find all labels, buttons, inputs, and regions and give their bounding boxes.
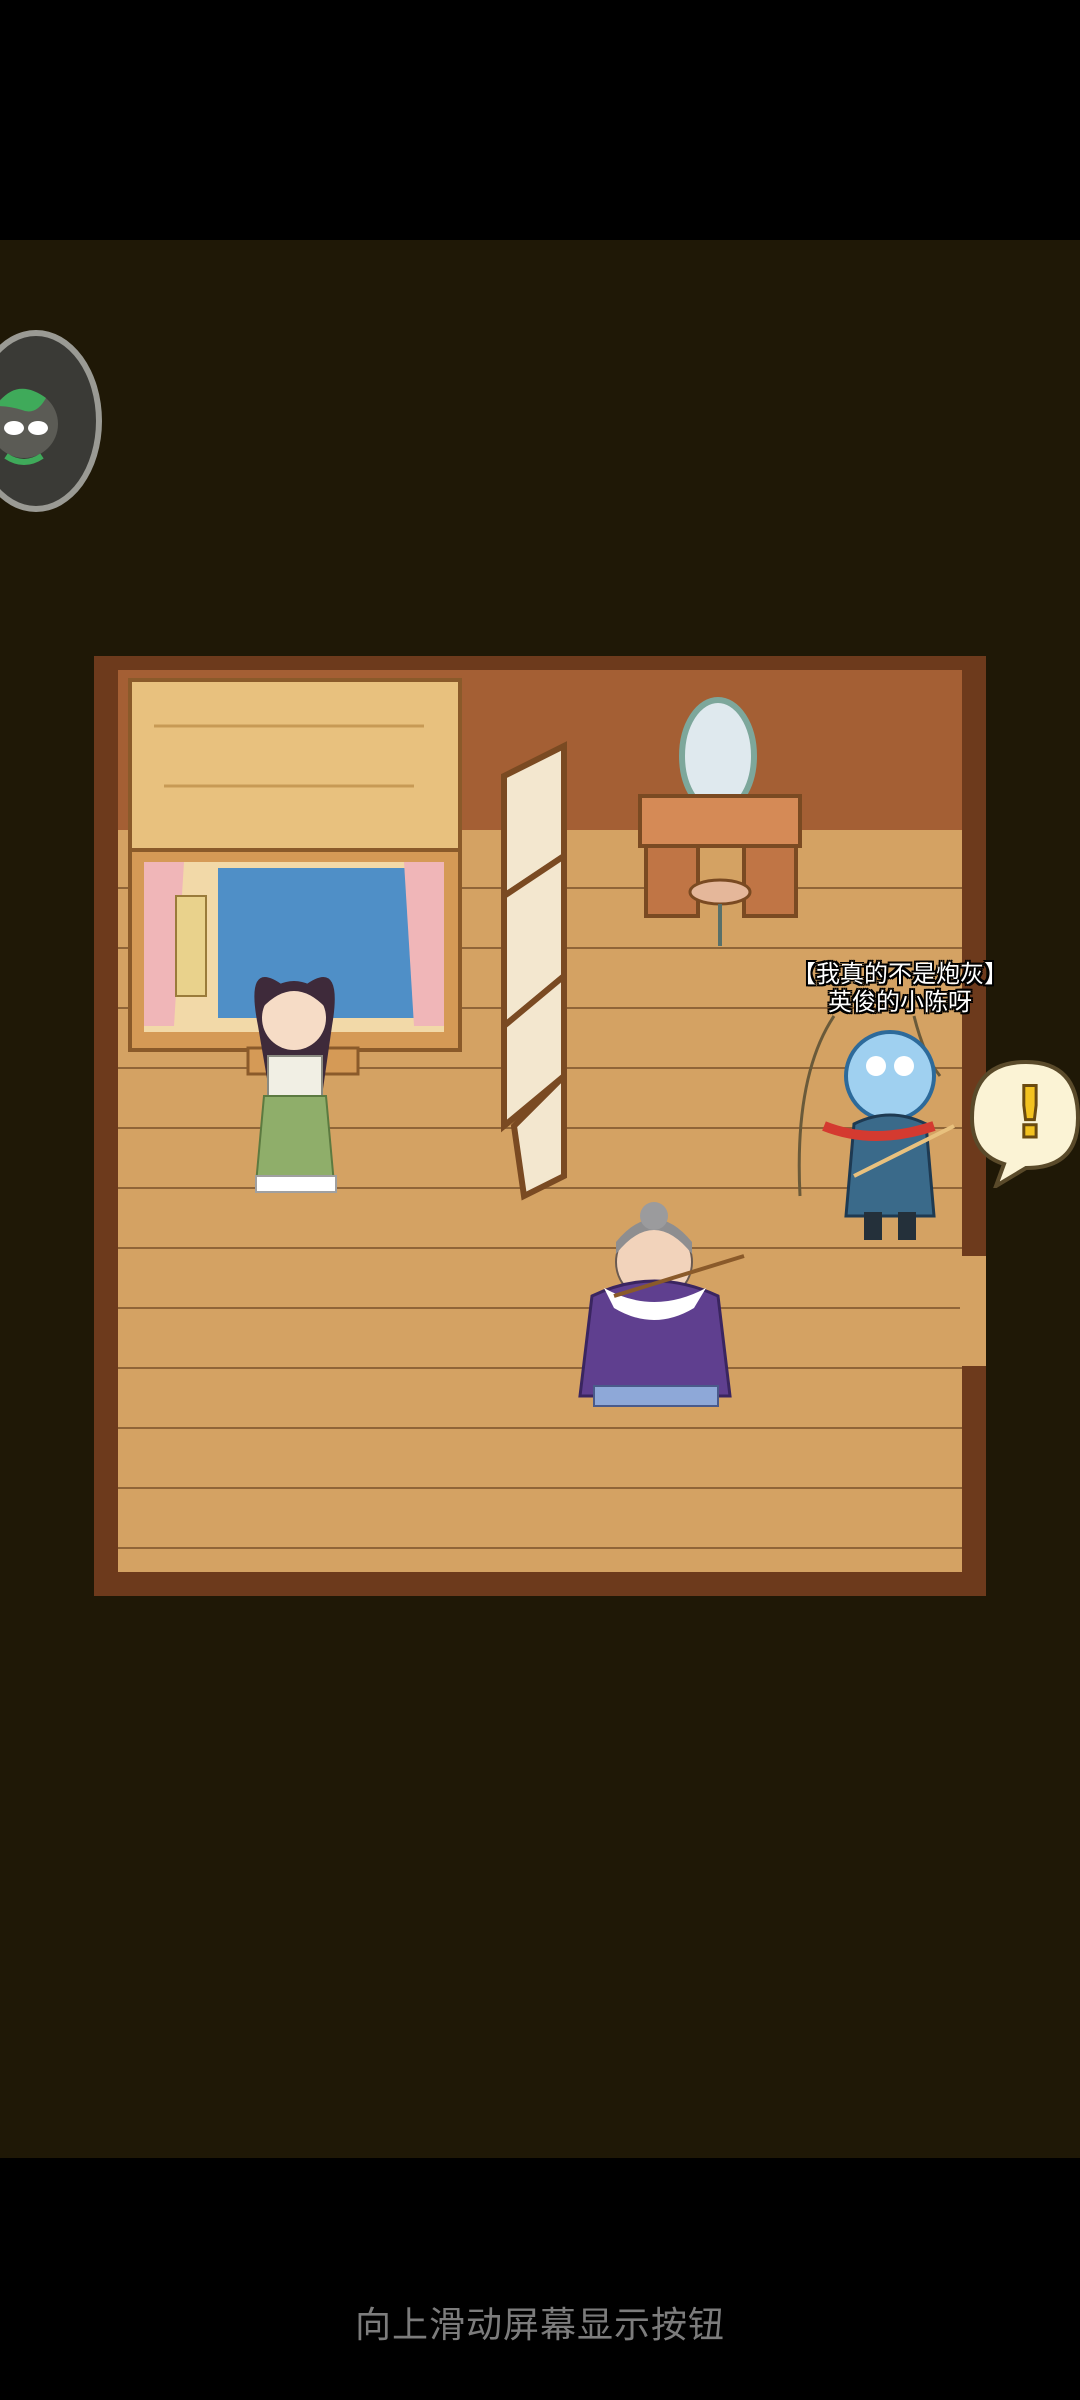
- leaf-face-icon: [0, 388, 58, 465]
- quest-alert-bubble[interactable]: !: [966, 1058, 1080, 1191]
- status-bar-area: [0, 0, 1080, 240]
- exclamation-icon: !: [1013, 1071, 1048, 1156]
- folding-screen: [501, 741, 567, 1201]
- door-opening: [960, 1256, 986, 1366]
- swipe-hint-text: 向上滑动屏幕显示按钮: [354, 2305, 725, 2346]
- npc-name: 英俊的小陈呀: [828, 988, 972, 1016]
- navigation-bar-area: [0, 2158, 1080, 2400]
- room-map: [94, 656, 986, 1596]
- npc-name-tag: 【我真的不是炮灰】 英俊的小陈呀: [780, 960, 1020, 1016]
- npc-title: 【我真的不是炮灰】: [792, 960, 1008, 988]
